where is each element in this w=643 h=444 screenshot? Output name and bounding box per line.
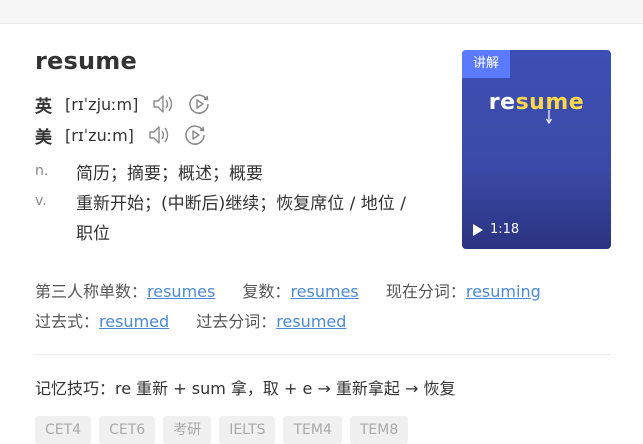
headword: resume (35, 47, 137, 75)
down-arrow-icon (546, 110, 552, 124)
video-badge: 讲解 (462, 50, 510, 78)
tag[interactable]: IELTS (219, 416, 276, 444)
play-circle-icon[interactable] (182, 122, 208, 148)
link-present-participle[interactable]: resuming (466, 282, 541, 301)
pronunciation-ipa: [rɪˈzuːm] (65, 125, 134, 145)
word-forms-row-1: 第三人称单数：resumes 复数：resumes 现在分词：resuming (35, 277, 541, 307)
tag[interactable]: TEM8 (349, 416, 409, 444)
pronunciation-lang-label: 英 (35, 96, 52, 117)
form-label: 现在分词： (385, 282, 466, 301)
part-of-speech: n. (35, 163, 49, 179)
tag[interactable]: 考研 (163, 416, 212, 444)
speaker-icon[interactable] (146, 122, 172, 148)
tag[interactable]: TEM4 (283, 416, 342, 444)
form-label: 第三人称单数： (35, 282, 148, 301)
form-label: 过去分词： (196, 312, 277, 331)
definition-text: 重新开始；(中断后)继续；恢复席位 / 地位 / 职位 (76, 194, 406, 244)
definition-text: 简历；摘要；概述；概要 (76, 164, 263, 184)
divider (35, 354, 611, 355)
part-of-speech: v. (35, 193, 47, 209)
video-duration: 1:18 (490, 222, 520, 237)
tag[interactable]: CET6 (99, 416, 156, 444)
play-circle-icon[interactable] (186, 91, 212, 117)
definition-noun: n. 简历；摘要；概述；概要 (35, 159, 416, 189)
video-footer: 1:18 (472, 222, 519, 237)
form-label: 过去式： (35, 312, 100, 331)
pronunciation-us: 美 [rɪˈzuːm] (35, 122, 208, 148)
link-third-person[interactable]: resumes (147, 282, 215, 301)
top-bar (0, 0, 643, 24)
link-plural[interactable]: resumes (290, 282, 358, 301)
exam-tags: CET4 CET6 考研 IELTS TEM4 TEM8 (35, 416, 409, 444)
link-past-participle[interactable]: resumed (276, 312, 346, 331)
word-forms-row-2: 过去式：resumed 过去分词：resumed (35, 307, 368, 337)
video-title: resume (462, 90, 611, 115)
pronunciation-ipa: [rɪˈzjuːm] (65, 94, 139, 114)
link-past-tense[interactable]: resumed (99, 312, 169, 331)
tag[interactable]: CET4 (35, 416, 92, 444)
pronunciation-uk: 英 [rɪˈzjuːm] (35, 91, 212, 117)
speaker-icon[interactable] (150, 91, 176, 117)
video-title-prefix: re (488, 90, 516, 115)
form-label: 复数： (242, 282, 291, 301)
explanation-video[interactable]: 讲解 resume 1:18 (462, 50, 611, 249)
memory-tip: 记忆技巧：re 重新 + sum 拿，取 + e → 重新拿起 → 恢复 (35, 379, 456, 398)
definition-verb: v. 重新开始；(中断后)继续；恢复席位 / 地位 / 职位 (35, 189, 416, 249)
play-icon[interactable] (472, 223, 484, 237)
pronunciation-lang-label: 美 (35, 127, 52, 148)
